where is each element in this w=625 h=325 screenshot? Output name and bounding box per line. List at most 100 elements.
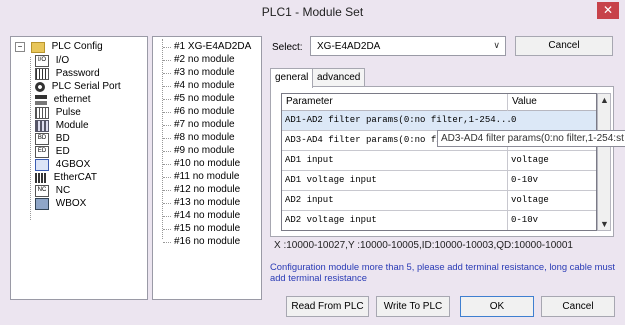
grid-row[interactable]: AD1 voltage input 0-10v (282, 171, 596, 191)
module-slot-label: #6 no module (174, 106, 235, 117)
tree-root-label: PLC Config (51, 41, 103, 52)
tree-connector (163, 229, 171, 230)
pulse-icon (35, 107, 49, 119)
tree-connector (162, 39, 163, 239)
write-to-plc-button[interactable]: Write To PLC (376, 296, 450, 317)
tree-item-label: WBOX (55, 198, 87, 209)
header-parameter[interactable]: Parameter (286, 96, 333, 107)
tree-item-label: Pulse (55, 107, 81, 118)
module-slot-label: #10 no module (174, 158, 241, 169)
tree-item-ethercat[interactable]: EtherCAT (35, 172, 97, 184)
tab-advanced[interactable]: advanced (312, 68, 366, 87)
grid-header: Parameter Value (282, 94, 596, 111)
scroll-down-icon[interactable]: ▼ (600, 219, 609, 229)
collapse-icon[interactable]: − (15, 42, 25, 52)
grid-cell-parameter: AD1 voltage input (285, 175, 377, 185)
tree-item-wbox[interactable]: WBOX (35, 198, 86, 210)
tree-item-label: Password (55, 68, 100, 79)
terminal-resistance-note: Configuration module more than 5, please… (270, 261, 615, 283)
grid-row[interactable]: AD1-AD2 filter params(0:no filter,1-254.… (282, 111, 596, 131)
grid-row[interactable]: AD2 voltage input 0-10v (282, 211, 596, 230)
module-slot-tree[interactable]: #1 XG-E4AD2DA #2 no module #3 no module #4 … (152, 36, 262, 300)
tree-item-label: ethernet (53, 94, 91, 105)
tree-connector (163, 125, 171, 126)
grid-cell-parameter: AD1 input (285, 155, 334, 165)
grid-cell-value[interactable]: voltage (511, 155, 549, 165)
grid-cell-parameter: AD2 input (285, 195, 334, 205)
module-settings-area: Select: XG-E4AD2DA ∨ Cancel general adva… (266, 32, 625, 292)
config-tree[interactable]: − PLC Config I/O I/O Password PLC Serial… (10, 36, 148, 300)
tree-item-ed[interactable]: ED ED (35, 146, 70, 158)
module-set-window: PLC1 - Module Set ✕ − PLC Config I/O I/O… (0, 0, 625, 325)
close-icon[interactable]: ✕ (603, 3, 613, 17)
module-slot-label: #3 no module (174, 67, 235, 78)
module-slot-label: #4 no module (174, 80, 235, 91)
nc-icon: NC (35, 185, 49, 197)
tree-connector (163, 73, 171, 74)
grid-scrollbar[interactable]: ▲ ▼ (597, 93, 611, 231)
serial-port-icon (35, 82, 45, 92)
tree-item-nc[interactable]: NC NC (35, 185, 70, 197)
tree-connector (163, 138, 171, 139)
tree-root-plc-config[interactable]: − PLC Config (15, 41, 103, 53)
tree-connector (163, 242, 171, 243)
tree-item-password[interactable]: Password (35, 68, 100, 80)
module-slot-label: #2 no module (174, 54, 235, 65)
tree-connector (163, 216, 171, 217)
tree-item-label: NC (55, 185, 71, 196)
io-icon: I/O (35, 55, 49, 67)
grid-row[interactable]: AD2 input voltage (282, 191, 596, 211)
grid-cell-parameter: AD2 voltage input (285, 215, 377, 225)
folder-icon (30, 41, 45, 53)
tree-connector (30, 57, 31, 220)
parameter-grid[interactable]: Parameter Value AD1-AD2 filter params(0:… (281, 93, 597, 231)
tree-item-plc-serial-port[interactable]: PLC Serial Port (35, 81, 121, 93)
tree-connector (163, 86, 171, 87)
title-bar: PLC1 - Module Set ✕ (0, 0, 625, 24)
tree-item-io[interactable]: I/O I/O (35, 55, 69, 67)
module-slot-label: #8 no module (174, 132, 235, 143)
tree-connector (163, 203, 171, 204)
module-slot-label: #15 no module (174, 223, 241, 234)
tree-item-pulse[interactable]: Pulse (35, 107, 81, 119)
cancel-button[interactable]: Cancel (541, 296, 615, 317)
tree-item-module[interactable]: Module (35, 120, 89, 132)
tree-connector (163, 164, 171, 165)
ethernet-icon (35, 95, 47, 105)
tree-connector (163, 47, 171, 48)
general-tab-panel: Parameter Value AD1-AD2 filter params(0:… (270, 86, 625, 237)
wbox-icon (35, 198, 49, 210)
tree-item-bd[interactable]: BD BD (35, 133, 70, 145)
module-slot-label: #13 no module (174, 197, 241, 208)
grid-cell-parameter: AD3-AD4 filter params(0:no fi (285, 135, 442, 145)
module-slot-label: #5 no module (174, 93, 235, 104)
grid-cell-value[interactable]: 0-10v (511, 215, 538, 225)
cancel-select-button[interactable]: Cancel (515, 36, 613, 56)
grid-row[interactable]: AD1 input voltage (282, 151, 596, 171)
ok-button[interactable]: OK (460, 296, 534, 317)
module-select-dropdown[interactable]: XG-E4AD2DA ∨ (310, 36, 506, 56)
grid-cell-value[interactable]: voltage (511, 195, 549, 205)
close-button[interactable]: ✕ (597, 2, 619, 19)
header-value[interactable]: Value (512, 96, 537, 107)
grid-cell-value[interactable]: 0 (511, 115, 516, 125)
module-slot-label: #7 no module (174, 119, 235, 130)
read-from-plc-button[interactable]: Read From PLC (286, 296, 369, 317)
address-info: X :10000-10027,Y :10000-10005,ID:10000-1… (274, 240, 573, 251)
tab-general[interactable]: general (270, 68, 314, 88)
window-title: PLC1 - Module Set (261, 5, 364, 19)
tree-item-label: Module (55, 120, 89, 131)
tree-item-label: I/O (55, 55, 70, 66)
grid-cell-value[interactable]: 0-10v (511, 175, 538, 185)
ethercat-icon (35, 173, 47, 183)
tree-item-label: BD (55, 133, 70, 144)
module-slot-label: #11 no module (174, 171, 240, 182)
tree-item-ethernet[interactable]: ethernet (35, 94, 90, 106)
module-slot-label: #14 no module (174, 210, 241, 221)
ed-icon: ED (35, 146, 49, 158)
chevron-down-icon[interactable]: ∨ (493, 40, 500, 51)
scroll-up-icon[interactable]: ▲ (600, 95, 609, 105)
module-select-value: XG-E4AD2DA (317, 41, 381, 52)
tree-item-4gbox[interactable]: 4GBOX (35, 159, 90, 171)
bd-icon: BD (35, 133, 49, 145)
